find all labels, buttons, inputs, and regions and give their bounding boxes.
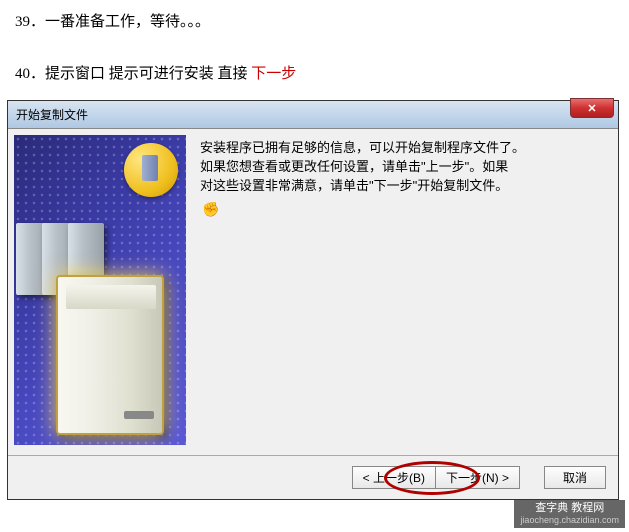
watermark-main: 查字典 教程网 — [520, 502, 619, 515]
instruction-40: 40．提示窗口 提示可进行安装 直接 下一步 — [0, 57, 629, 91]
medallion-server-icon — [142, 155, 158, 181]
cancel-button[interactable]: 取消 — [544, 466, 606, 489]
dialog-title: 开始复制文件 — [16, 106, 88, 123]
medallion-icon — [124, 143, 178, 197]
body-line-3: 对这些设置非常满意，请单击"下一步"开始复制文件。 — [200, 177, 606, 196]
dialog-titlebar: 开始复制文件 ✕ — [8, 101, 618, 129]
dialog-button-bar: < 上一步(B) 下一步(N) > 取消 — [8, 455, 618, 499]
instruction-40-prefix: 40．提示窗口 提示可进行安装 直接 — [15, 66, 251, 82]
body-line-1: 安装程序已拥有足够的信息，可以开始复制程序文件了。 — [200, 139, 606, 158]
instruction-39: 39．一番准备工作，等待。。。 — [0, 5, 629, 39]
back-button[interactable]: < 上一步(B) — [352, 466, 435, 489]
instruction-40-highlight: 下一步 — [251, 66, 296, 82]
close-button[interactable]: ✕ — [570, 98, 614, 118]
dialog-body: 安装程序已拥有足够的信息，可以开始复制程序文件了。 如果您想查看或更改任何设置，… — [8, 129, 618, 455]
instruction-39-text: 39．一番准备工作，等待。。。 — [15, 14, 210, 30]
wizard-sidebar-image — [14, 135, 186, 445]
installer-dialog: 开始复制文件 ✕ 安装程序已拥有足够的信息，可以开始复制程序文件了。 如果您想查… — [7, 100, 619, 500]
hand-cursor-icon: ✊ — [202, 199, 219, 219]
close-icon: ✕ — [587, 102, 596, 115]
body-line-2: 如果您想查看或更改任何设置，请单击"上一步"。如果 — [200, 158, 606, 177]
server-icon-large — [56, 275, 164, 435]
next-button[interactable]: 下一步(N) > — [435, 466, 520, 489]
wizard-body-text: 安装程序已拥有足够的信息，可以开始复制程序文件了。 如果您想查看或更改任何设置，… — [194, 135, 612, 449]
watermark: 查字典 教程网 jiaocheng.chazidian.com — [514, 500, 625, 528]
watermark-sub: jiaocheng.chazidian.com — [520, 515, 619, 526]
